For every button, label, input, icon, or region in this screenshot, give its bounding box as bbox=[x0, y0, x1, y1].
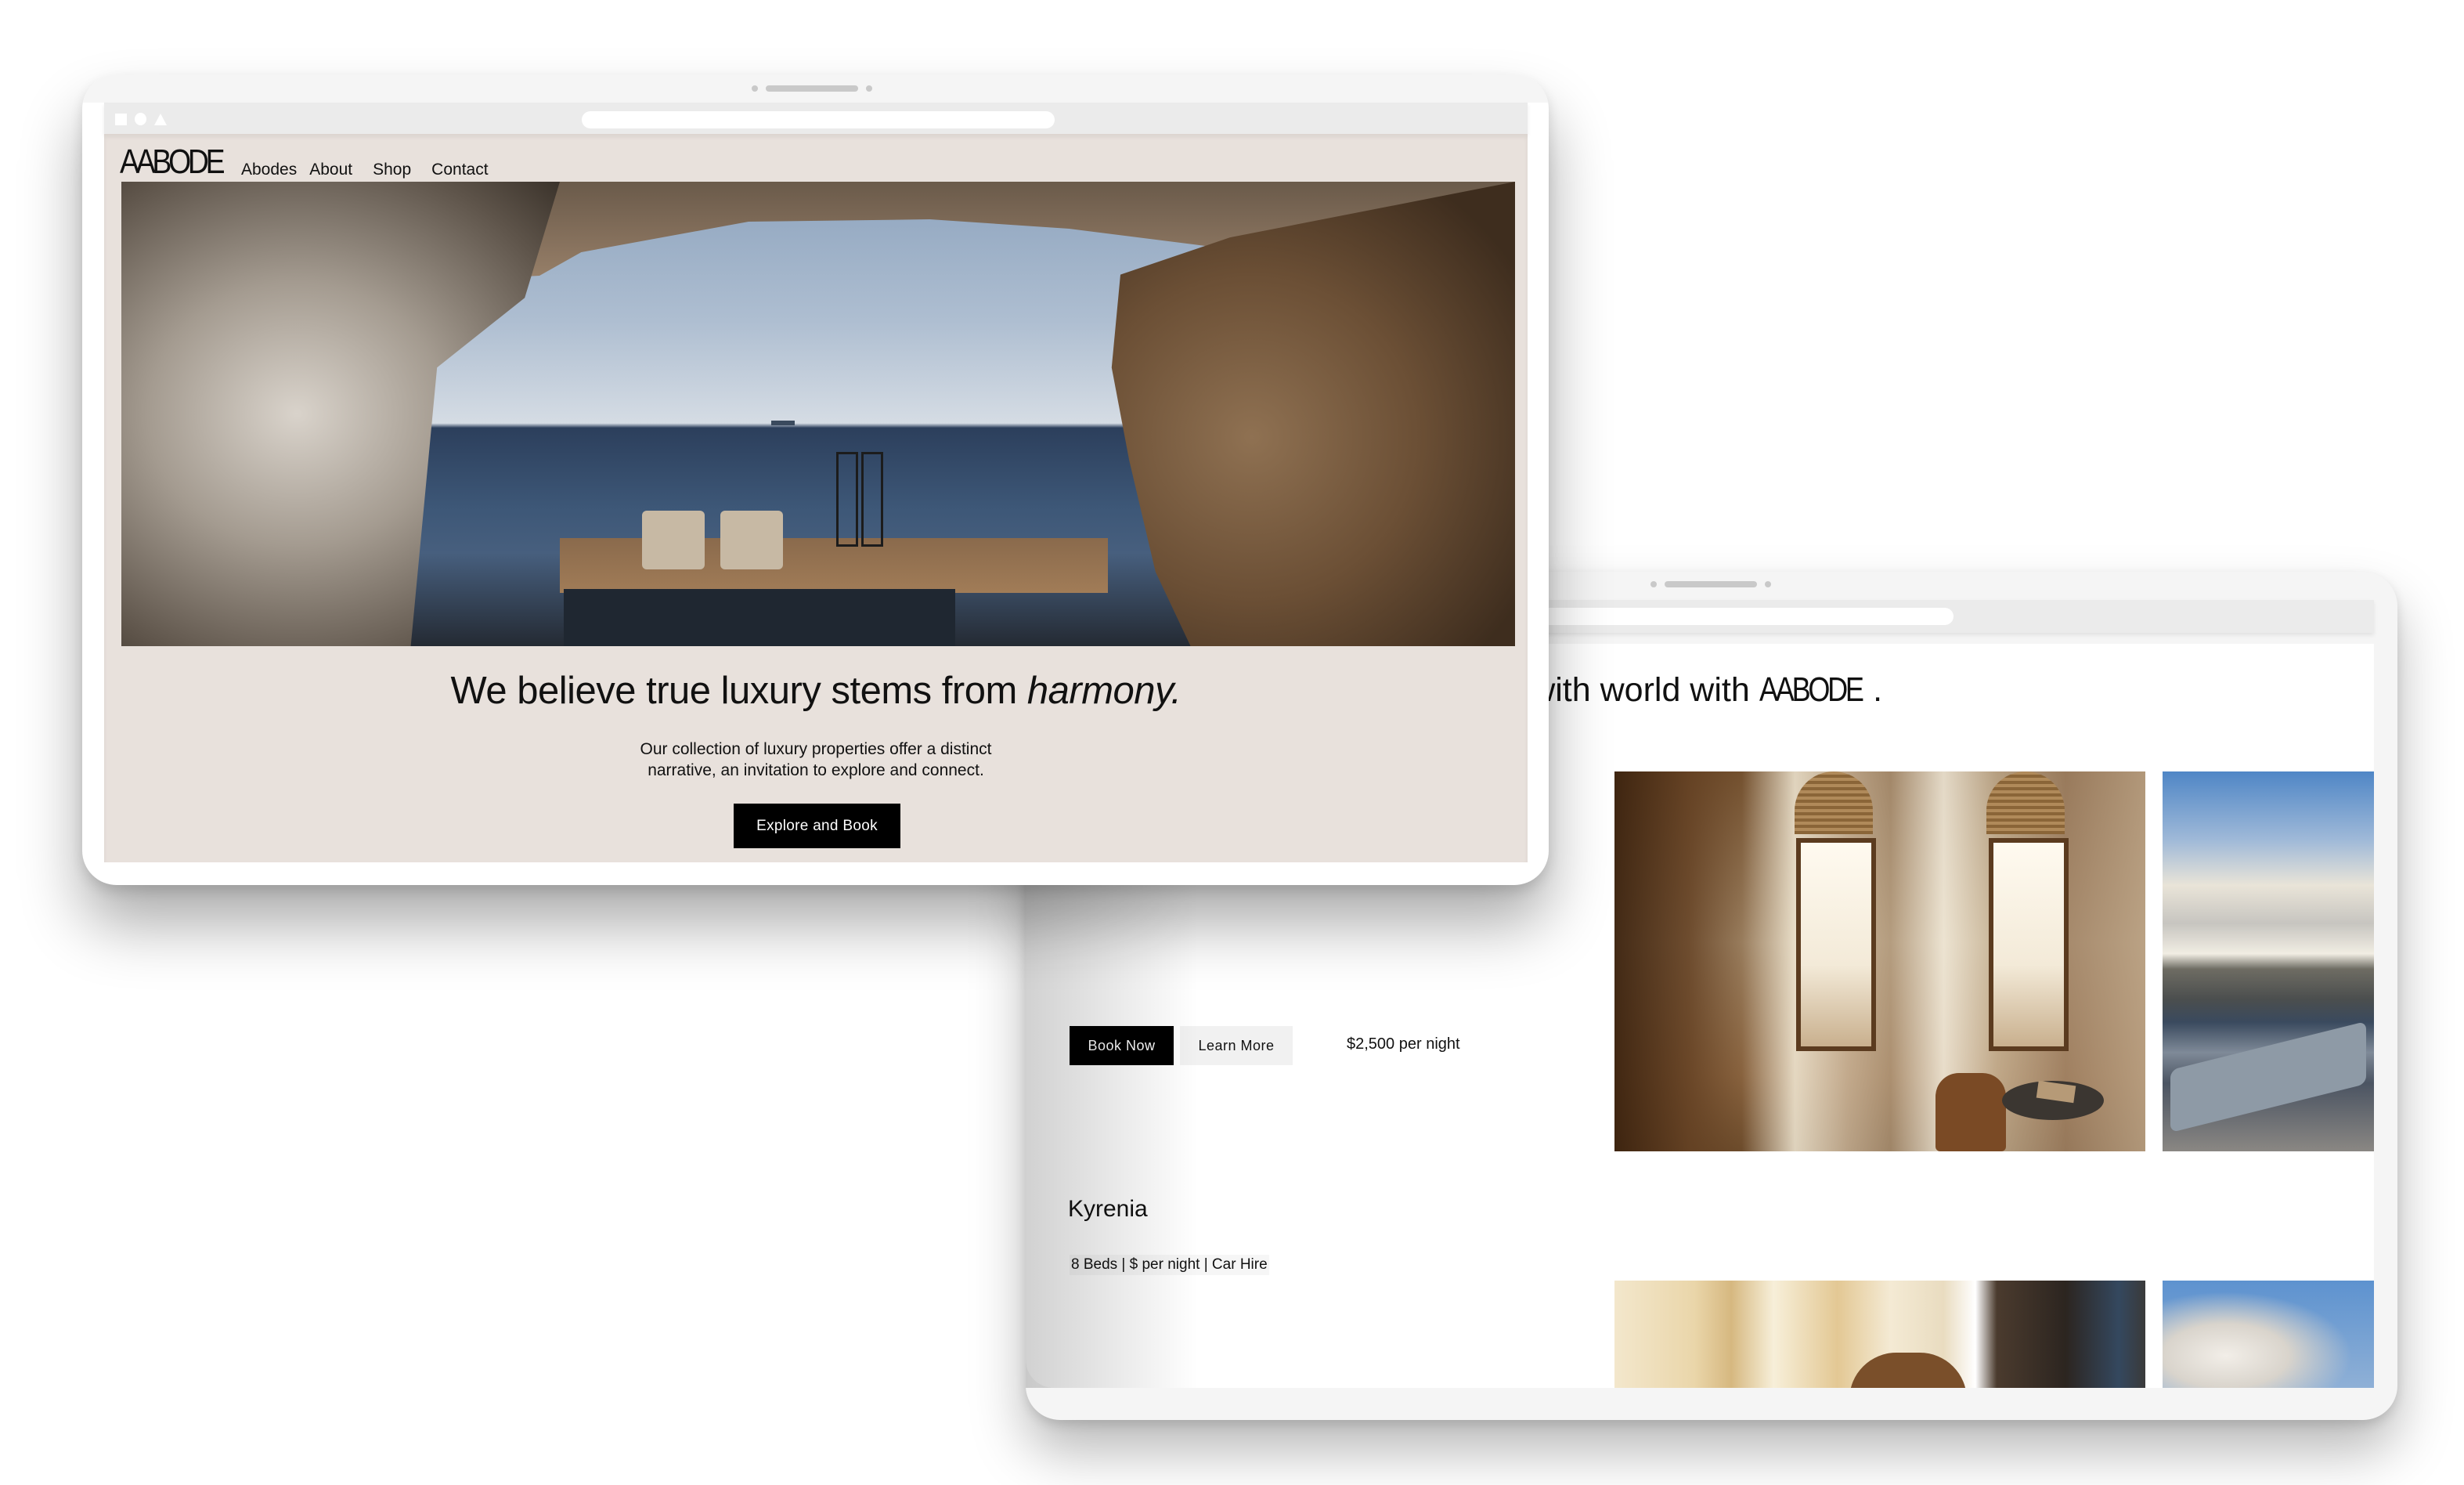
headline-suffix: . bbox=[1873, 671, 1883, 709]
lounge-chair bbox=[642, 511, 705, 569]
grabber-dot bbox=[752, 85, 758, 92]
window-controls bbox=[115, 113, 167, 125]
circle-icon[interactable] bbox=[135, 113, 146, 125]
cave-wall-right bbox=[1111, 182, 1515, 646]
grabber-dot bbox=[866, 85, 872, 92]
plunge-pool bbox=[564, 589, 955, 646]
browser-toolbar bbox=[104, 103, 1528, 134]
hero-subtext: Our collection of luxury properties offe… bbox=[104, 739, 1528, 781]
property-meta: 8 Beds | $ per night | Car Hire bbox=[1070, 1255, 1269, 1275]
lounge-chair bbox=[720, 511, 783, 569]
armchair bbox=[1935, 1073, 2006, 1151]
floor-lantern bbox=[836, 452, 858, 547]
cave-terrace-sea-view-photo bbox=[121, 182, 1515, 646]
address-bar[interactable] bbox=[582, 111, 1055, 128]
window-grabber bbox=[1650, 581, 1771, 587]
interior-room-photo[interactable] bbox=[1614, 771, 2145, 1151]
nav-link-about[interactable]: About bbox=[309, 161, 352, 179]
explore-and-book-button[interactable]: Explore and Book bbox=[734, 804, 900, 848]
french-window bbox=[1989, 838, 2069, 1051]
arch-window-decor bbox=[1795, 771, 1873, 834]
french-window bbox=[1796, 838, 1876, 1051]
square-icon[interactable] bbox=[115, 113, 127, 125]
page-content: AABODE Abodes About Shop Contact We beli… bbox=[104, 134, 1528, 862]
grabber-pill bbox=[1665, 581, 1757, 587]
learn-more-button[interactable]: Learn More bbox=[1180, 1026, 1293, 1065]
site-logo[interactable]: AABODE bbox=[120, 145, 225, 179]
nav-link-abodes[interactable]: Abodes bbox=[241, 161, 297, 179]
book-now-button[interactable]: Book Now bbox=[1070, 1026, 1174, 1065]
cave-wall-left bbox=[121, 182, 560, 646]
leather-armchair bbox=[1849, 1353, 1967, 1388]
subtext-line: narrative, an invitation to explore and … bbox=[648, 761, 984, 779]
inline-logo: AABODE bbox=[1759, 670, 1864, 709]
window-grabber bbox=[752, 85, 872, 92]
sun-lounger bbox=[2170, 1021, 2366, 1133]
triangle-icon[interactable] bbox=[154, 113, 167, 125]
nav-link-shop[interactable]: Shop bbox=[373, 161, 411, 179]
site-nav: AABODE Abodes About Shop Contact bbox=[120, 140, 509, 179]
arch-window-decor bbox=[1986, 771, 2065, 834]
hero-tagline: We believe true luxury stems from harmon… bbox=[104, 669, 1528, 713]
library-room-photo[interactable] bbox=[1614, 1281, 2145, 1388]
subtext-line: Our collection of luxury properties offe… bbox=[640, 740, 992, 758]
seaside-terrace-photo[interactable] bbox=[2163, 771, 2374, 1151]
distant-ship bbox=[771, 421, 795, 425]
floor-lantern bbox=[861, 452, 883, 547]
tagline-text: We believe true luxury stems from bbox=[450, 670, 1027, 712]
tagline-emphasis: harmony. bbox=[1026, 670, 1181, 712]
property-name: Kyrenia bbox=[1068, 1196, 1148, 1222]
front-browser-window: AABODE Abodes About Shop Contact We beli… bbox=[82, 74, 1549, 885]
sky-clouds-photo[interactable] bbox=[2163, 1281, 2374, 1388]
grabber-dot bbox=[1650, 581, 1657, 587]
nav-link-contact[interactable]: Contact bbox=[431, 161, 488, 179]
price-per-night: $2,500 per night bbox=[1347, 1035, 1460, 1053]
grabber-pill bbox=[766, 85, 858, 92]
grabber-dot bbox=[1765, 581, 1771, 587]
